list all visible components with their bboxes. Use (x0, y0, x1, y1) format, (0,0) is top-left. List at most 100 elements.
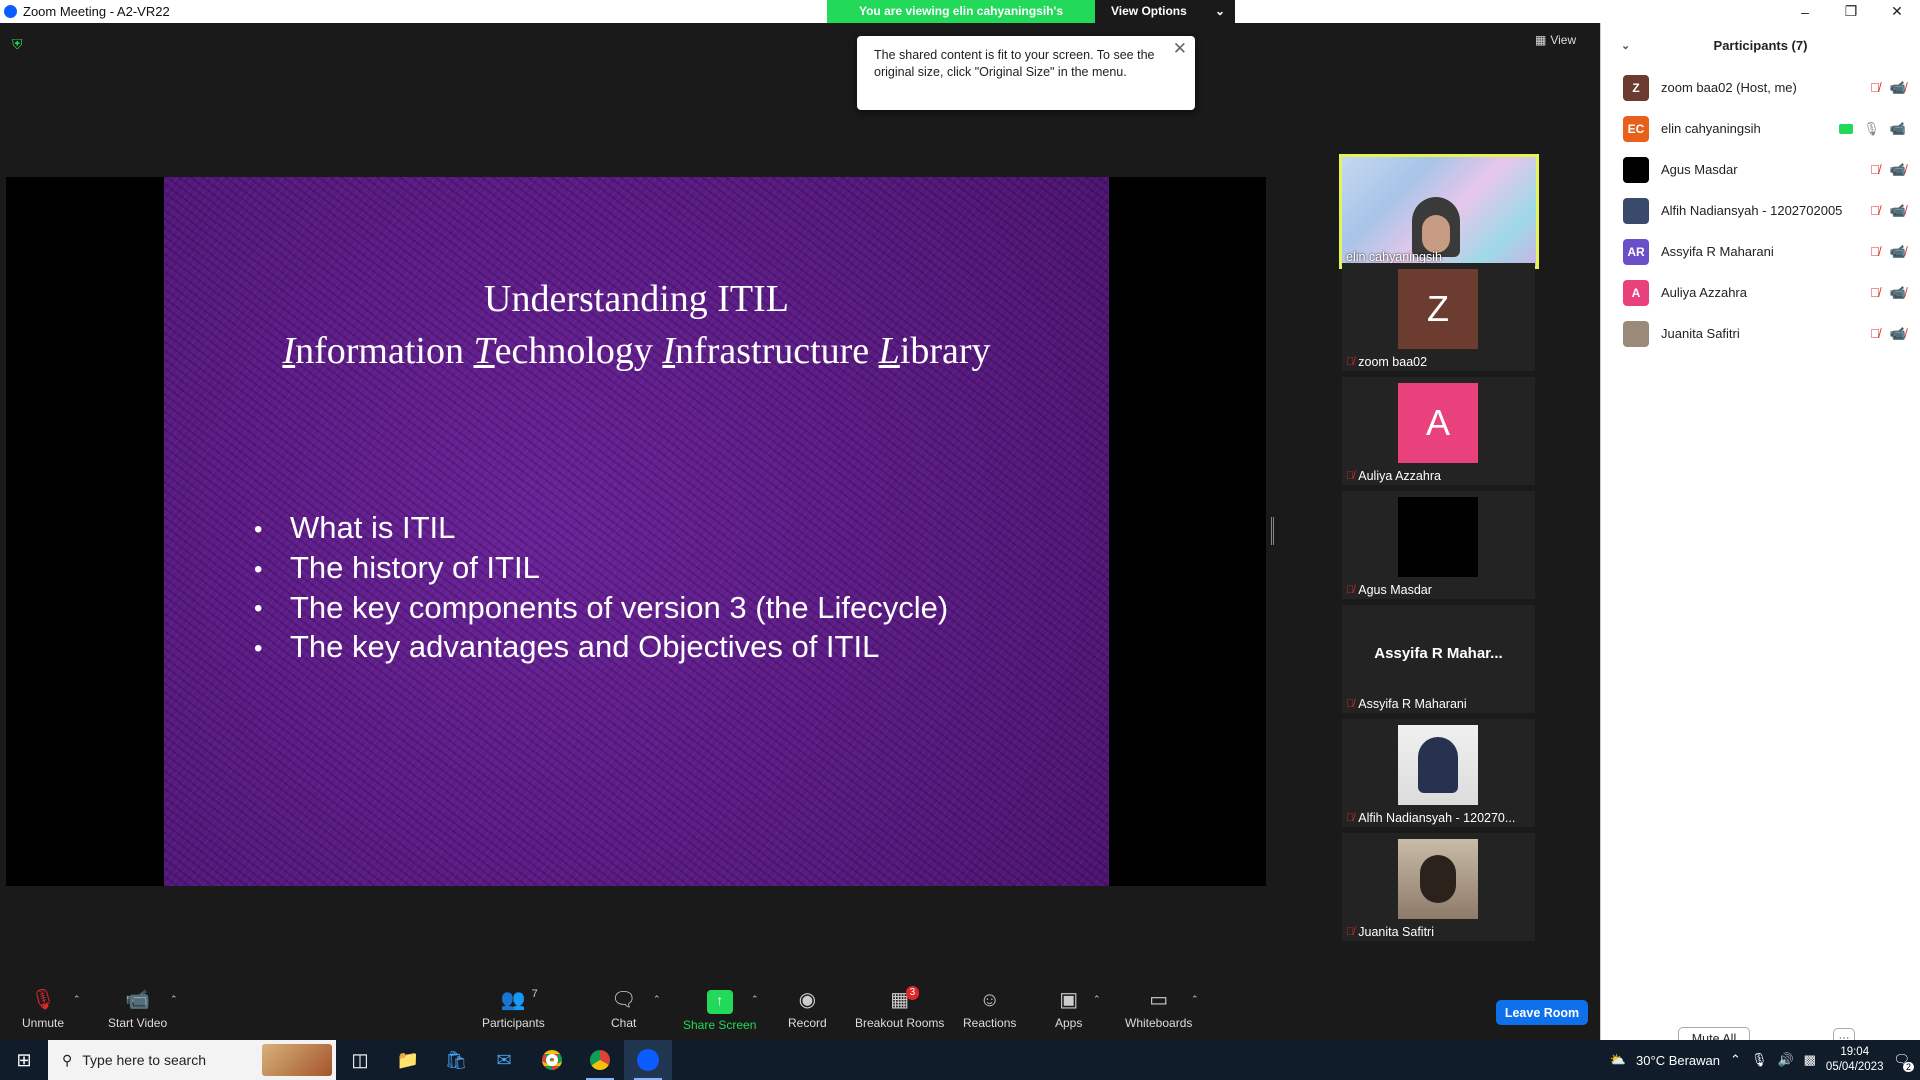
volume-icon[interactable]: 🔊 (1777, 1052, 1793, 1068)
unmute-button[interactable]: 🎙 Unmute (22, 988, 64, 1030)
participant-name: Assyifa R Maharani (1661, 244, 1774, 259)
tile-name: zoom baa02 (1358, 355, 1428, 369)
audio-options-caret[interactable]: ⌃ (73, 994, 81, 1005)
apps-button[interactable]: ▣ Apps (1055, 988, 1082, 1030)
chat-icon: 🗨 (611, 989, 637, 1011)
avatar: Z (1398, 269, 1478, 349)
video-off-icon: 📹̸ (1889, 325, 1906, 341)
mic-muted-icon: 🎙̸ (1346, 926, 1355, 938)
video-tile-juanita[interactable]: 🎙̸ Juanita Safitri (1342, 833, 1535, 941)
network-icon[interactable]: ▩ (1804, 1052, 1816, 1068)
mic-muted-icon: 🎙̸ (1346, 812, 1355, 824)
participant-status-icons: 🎙̸ 📹̸ (1870, 244, 1906, 260)
participant-name: elin cahyaningsih (1661, 121, 1761, 136)
chrome-profile-icon[interactable] (576, 1040, 624, 1080)
close-window-button[interactable]: ✕ (1874, 0, 1920, 23)
whiteboards-button[interactable]: ▭ Whiteboards (1125, 988, 1192, 1030)
restore-button[interactable]: ❐ (1828, 0, 1874, 23)
video-options-caret[interactable]: ⌃ (170, 994, 178, 1005)
task-view-icon[interactable]: ◫ (336, 1040, 384, 1080)
chevron-up-icon[interactable]: ⌃ (1730, 1052, 1741, 1068)
file-explorer-icon[interactable]: 📁 (384, 1040, 432, 1080)
chat-label: Chat (611, 1016, 637, 1030)
reactions-button[interactable]: ☺ Reactions (963, 988, 1016, 1030)
search-highlight-image (262, 1044, 332, 1076)
participant-avatar: EC (1623, 115, 1649, 142)
participant-row[interactable]: Juanita Safitri 🎙̸ 📹̸ (1601, 313, 1920, 354)
participant-photo (1420, 855, 1456, 903)
view-options-button[interactable]: View Options ⌄ (1095, 0, 1235, 23)
mail-icon[interactable]: ✉ (480, 1040, 528, 1080)
view-options-label: View Options (1111, 4, 1187, 18)
video-tile-assyifa[interactable]: Assyifa R Mahar... 🎙̸ Assyifa R Maharani (1342, 605, 1535, 713)
participant-status-icons: 🎙̸ 📹̸ (1870, 326, 1906, 342)
whiteboard-options-caret[interactable]: ⌃ (1191, 994, 1199, 1005)
weather-text[interactable]: 30°C Berawan (1636, 1053, 1720, 1068)
microphone-icon[interactable]: 🎙 (1751, 1052, 1768, 1068)
record-icon: ◉ (798, 989, 817, 1011)
slide-title: Understanding ITIL (484, 278, 789, 320)
participant-row[interactable]: AR Assyifa R Maharani 🎙̸ 📹̸ (1601, 231, 1920, 272)
participant-name: Auliya Azzahra (1661, 285, 1747, 300)
chat-button[interactable]: 🗨 Chat (611, 988, 636, 1030)
participants-count: 7 (531, 988, 538, 1000)
notification-icon[interactable]: 🗨 2 (1893, 1052, 1914, 1072)
chrome-icon[interactable] (528, 1040, 576, 1080)
video-off-icon: 📹̸ (1889, 202, 1906, 218)
share-options-caret[interactable]: ⌃ (751, 994, 759, 1005)
leave-room-button[interactable]: Leave Room (1496, 1000, 1588, 1025)
view-button[interactable]: ▦ View (1535, 33, 1576, 47)
tile-name: Juanita Safitri (1358, 925, 1434, 939)
participant-row[interactable]: Alfih Nadiansyah - 1202702005 🎙̸ 📹̸ (1601, 190, 1920, 231)
mic-muted-icon: 🎙 (30, 989, 56, 1011)
participant-row[interactable]: Agus Masdar 🎙̸ 📹̸ (1601, 149, 1920, 190)
breakout-rooms-button[interactable]: ▦ 3 Breakout Rooms (855, 986, 944, 1030)
sharing-icon (1839, 123, 1854, 134)
view-label: View (1550, 33, 1577, 47)
presentation-slide: Understanding ITIL Information Technolog… (164, 177, 1109, 886)
minimize-button[interactable]: – (1782, 0, 1828, 23)
participant-avatar (1623, 320, 1649, 347)
participants-panel: ⌄ Participants (7) Zzoom baa02 (Host, me… (1600, 23, 1920, 1050)
slide-bullet: The key components of version 3 (the Lif… (254, 589, 948, 629)
video-tile-agus[interactable]: 🎙̸ Agus Masdar (1342, 491, 1535, 599)
video-tile-zoom-baa02[interactable]: Z 🎙̸ zoom baa02 (1342, 263, 1535, 371)
participant-row[interactable]: EC elin cahyaningsih 🎙 📹 (1601, 108, 1920, 149)
mic-muted-icon: 🎙̸ (1870, 284, 1880, 300)
clock[interactable]: 19:04 05/04/2023 (1826, 1045, 1884, 1075)
chat-options-caret[interactable]: ⌃ (653, 994, 661, 1005)
record-button[interactable]: ◉ Record (788, 988, 827, 1030)
start-video-button[interactable]: 📹 Start Video (108, 988, 167, 1030)
video-tile-elin[interactable]: elin cahyaningsih (1339, 154, 1539, 269)
close-icon[interactable]: ✕ (1173, 40, 1187, 57)
video-tile-auliya[interactable]: A 🎙̸ Auliya Azzahra (1342, 377, 1535, 485)
collapse-chevron-icon[interactable]: ⌄ (1621, 39, 1630, 52)
share-screen-button[interactable]: ↑ Share Screen (683, 988, 756, 1032)
tile-label: 🎙̸ Juanita Safitri (1346, 925, 1434, 939)
resize-handle[interactable] (1271, 517, 1274, 545)
tile-name: Agus Masdar (1358, 583, 1432, 597)
video-tile-alfih[interactable]: 🎙̸ Alfih Nadiansyah - 120270... (1342, 719, 1535, 827)
participant-status-icons: 🎙̸ 📹̸ (1870, 162, 1906, 178)
viewing-message: You are viewing elin cahyaningsih's scre… (827, 0, 1095, 40)
slide-subtitle: Information Technology Infrastructure Li… (164, 329, 1109, 373)
participant-row[interactable]: Zzoom baa02 (Host, me) 🎙̸ 📹̸ (1601, 67, 1920, 108)
taskbar-search-box[interactable]: ⚲ Type here to search (48, 1040, 336, 1080)
shield-icon[interactable]: ⛨ (12, 36, 28, 52)
tile-display-name: Assyifa R Mahar... (1374, 645, 1503, 662)
zoom-taskbar-icon[interactable] (624, 1040, 672, 1080)
participant-avatar: A (1623, 279, 1649, 306)
panel-header: ⌄ Participants (7) (1601, 23, 1920, 67)
mic-muted-icon: 🎙̸ (1346, 584, 1355, 596)
apps-options-caret[interactable]: ⌃ (1093, 994, 1101, 1005)
microsoft-store-icon[interactable]: 🛍 (432, 1040, 480, 1080)
participant-row[interactable]: A Auliya Azzahra 🎙̸ 📹̸ (1601, 272, 1920, 313)
mic-muted-icon: 🎙̸ (1870, 161, 1880, 177)
video-off-icon: 📹̸ (1889, 284, 1906, 300)
subtitle-word-rest: nfrastructure (675, 330, 879, 372)
participants-button[interactable]: 👥 7 Participants (482, 988, 545, 1030)
mic-muted-icon: 🎙̸ (1870, 325, 1880, 341)
tile-name: elin cahyaningsih (1346, 250, 1442, 264)
reactions-label: Reactions (963, 1016, 1017, 1030)
windows-start-icon[interactable]: ⊞ (0, 1040, 48, 1080)
